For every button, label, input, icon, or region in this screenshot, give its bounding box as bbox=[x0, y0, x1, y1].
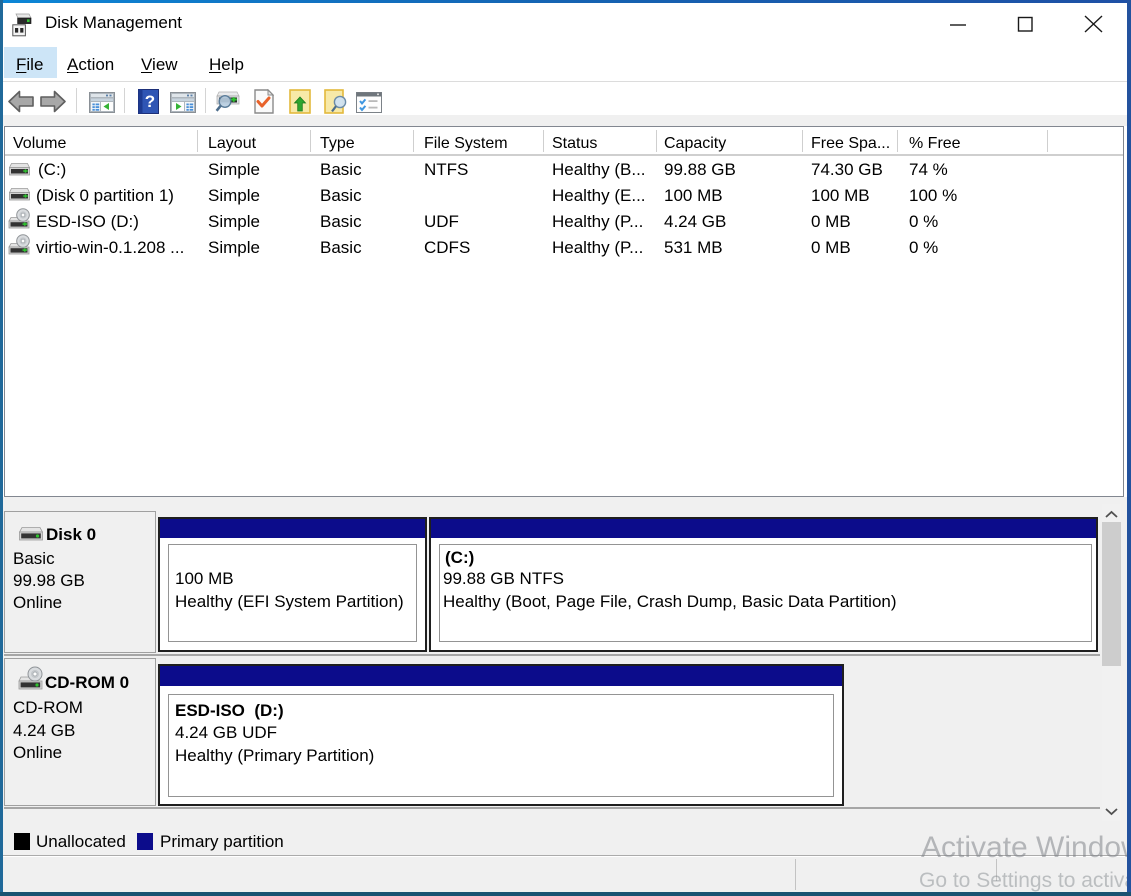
svg-text:?: ? bbox=[145, 92, 155, 111]
